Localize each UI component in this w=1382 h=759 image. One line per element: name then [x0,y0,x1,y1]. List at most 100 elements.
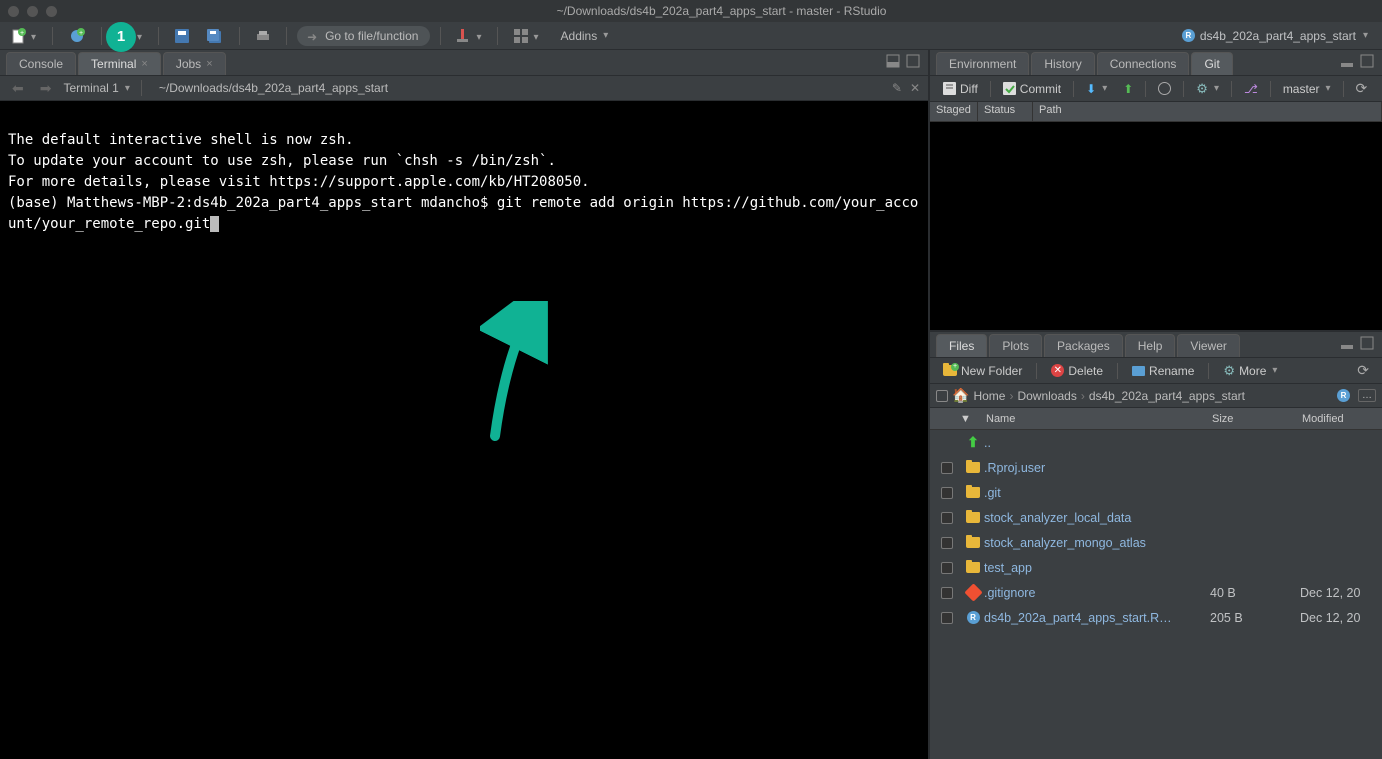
row-checkbox[interactable] [941,612,953,624]
git-branch-icon[interactable]: ⎇ [1237,80,1265,98]
new-file-button[interactable]: + [6,25,42,47]
close-terminal-icon[interactable]: ✕ [910,81,920,95]
open-file-button[interactable]: 1 [112,26,148,46]
maximize-pane-icon[interactable] [1360,336,1374,350]
file-row[interactable]: stock_analyzer_local_data [930,505,1382,530]
git-diff-button[interactable]: Diff [936,80,985,98]
sort-indicator-icon[interactable]: ▼ [960,413,982,425]
folder-icon [966,462,980,473]
tab-environment[interactable]: Environment [936,52,1029,75]
save-all-button[interactable] [201,26,229,46]
close-icon[interactable]: × [141,58,147,70]
row-checkbox[interactable] [941,587,953,599]
file-name[interactable]: stock_analyzer_local_data [984,511,1210,525]
file-row[interactable]: ⬆.. [930,430,1382,455]
file-name[interactable]: ds4b_202a_part4_apps_start.R… [984,611,1210,625]
more-button[interactable]: ⚙ More [1216,361,1284,381]
git-more-button[interactable]: ⚙ [1189,79,1226,99]
close-window-icon[interactable] [8,6,19,17]
git-refresh-button[interactable]: ⟳ [1349,78,1375,99]
maximize-pane-icon[interactable] [1360,54,1374,68]
file-row[interactable]: .gitignore40 BDec 12, 20 [930,580,1382,605]
tab-console[interactable]: Console [6,52,76,75]
file-row[interactable]: .Rproj.user [930,455,1382,480]
tab-plots[interactable]: Plots [989,334,1042,357]
maximize-pane-icon[interactable] [906,54,920,68]
svg-text:+: + [20,30,24,37]
tab-connections[interactable]: Connections [1097,52,1190,75]
minimize-pane-icon[interactable] [1340,54,1354,68]
file-name[interactable]: .gitignore [984,586,1210,600]
breadcrumb-downloads[interactable]: Downloads [1017,389,1076,403]
file-name[interactable]: stock_analyzer_mongo_atlas [984,536,1210,550]
tab-files[interactable]: Files [936,334,987,357]
terminal-output[interactable]: The default interactive shell is now zsh… [0,101,928,759]
file-name[interactable]: .Rproj.user [984,461,1210,475]
addins-label: Addins [561,29,598,43]
file-name[interactable]: .git [984,486,1210,500]
git-commit-button[interactable]: Commit [996,80,1068,98]
row-checkbox[interactable] [941,537,953,549]
git-push-button[interactable]: ⬆ [1116,80,1140,98]
home-icon[interactable]: 🏠 [952,387,969,404]
header-name[interactable]: Name [982,413,1212,425]
select-all-checkbox[interactable] [936,390,948,402]
tab-viewer[interactable]: Viewer [1177,334,1239,357]
rename-button[interactable]: Rename [1125,362,1201,380]
addins-menu[interactable]: Addins [551,26,619,46]
file-row[interactable]: test_app [930,555,1382,580]
minimize-pane-icon[interactable] [886,54,900,68]
forward-arrow-icon[interactable]: ➡ [36,80,56,97]
delete-button[interactable]: ✕ Delete [1044,362,1110,380]
right-bottom-tabs: Files Plots Packages Help Viewer [930,332,1382,358]
minimize-window-icon[interactable] [27,6,38,17]
close-icon[interactable]: × [206,58,212,70]
row-checkbox[interactable] [941,487,953,499]
header-size[interactable]: Size [1212,413,1302,425]
tab-terminal[interactable]: Terminal× [78,52,161,75]
file-row[interactable]: stock_analyzer_mongo_atlas [930,530,1382,555]
git-icon [964,583,982,601]
window-title: ~/Downloads/ds4b_202a_part4_apps_start -… [69,4,1374,18]
window-titlebar: ~/Downloads/ds4b_202a_part4_apps_start -… [0,0,1382,22]
more-path-button[interactable]: … [1358,389,1376,402]
git-pull-button[interactable]: ⬇ [1079,80,1114,98]
save-button[interactable] [169,26,195,46]
git-toolbar: Diff Commit ⬇ ⬆ ⚙ ⎇ master ⟳ [930,76,1382,102]
new-folder-button[interactable]: + New Folder [936,362,1029,380]
tab-packages[interactable]: Packages [1044,334,1123,357]
rproject-icon[interactable]: R [1337,389,1350,402]
refresh-files-button[interactable]: ⟳ [1350,360,1376,381]
breadcrumb-home[interactable]: Home [973,389,1005,403]
clear-terminal-icon[interactable]: ✎ [892,81,902,95]
goto-file-function-input[interactable]: ➜ Go to file/function [297,26,430,46]
back-arrow-icon[interactable]: ⬅ [8,80,28,97]
tab-jobs[interactable]: Jobs× [163,52,226,75]
terminal-selector[interactable]: Terminal 1 [63,81,129,95]
traffic-lights [8,6,57,17]
project-menu[interactable]: R ds4b_202a_part4_apps_start [1174,29,1376,43]
git-header-staged: Staged [930,102,978,121]
file-name[interactable]: .. [984,436,1210,450]
file-row[interactable]: .git [930,480,1382,505]
grid-button[interactable] [508,26,544,46]
tab-history[interactable]: History [1031,52,1094,75]
maximize-window-icon[interactable] [46,6,57,17]
breadcrumb-project[interactable]: ds4b_202a_part4_apps_start [1089,389,1245,403]
files-toolbar: + New Folder ✕ Delete Rename ⚙ More [930,358,1382,384]
tab-help[interactable]: Help [1125,334,1176,357]
minimize-pane-icon[interactable] [1340,336,1354,350]
git-branch-selector[interactable]: master [1276,80,1338,98]
row-checkbox[interactable] [941,462,953,474]
git-history-icon[interactable] [1151,80,1178,97]
row-checkbox[interactable] [941,562,953,574]
new-project-button[interactable]: + [63,25,91,47]
row-checkbox[interactable] [941,512,953,524]
print-button[interactable] [250,26,276,46]
file-row[interactable]: Rds4b_202a_part4_apps_start.R…205 BDec 1… [930,605,1382,630]
project-name-label: ds4b_202a_part4_apps_start [1200,29,1356,43]
tools-button[interactable] [451,26,487,46]
tab-git[interactable]: Git [1191,52,1232,75]
header-modified[interactable]: Modified [1302,413,1382,425]
file-name[interactable]: test_app [984,561,1210,575]
